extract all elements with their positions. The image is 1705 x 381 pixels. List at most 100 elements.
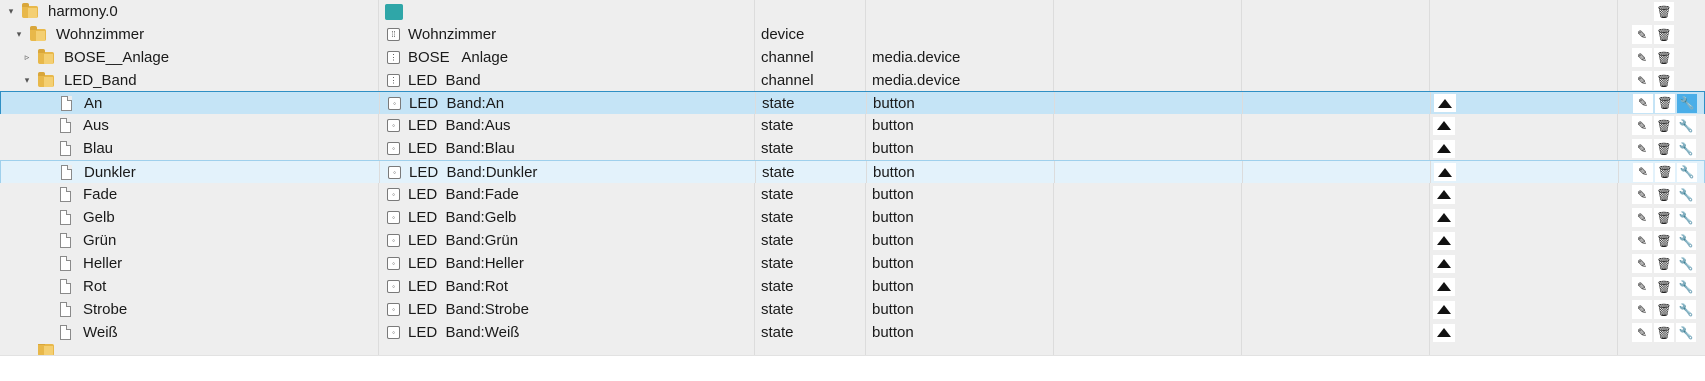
tree-row[interactable]: An ◦ LED Band:An state button ✎ 🗑 🔧 <box>0 91 1705 115</box>
state-icon: ◦ <box>387 234 400 247</box>
button-icon <box>1437 190 1451 199</box>
role-cell <box>866 0 1054 23</box>
button-icon <box>1437 259 1451 268</box>
delete-button[interactable]: 🗑 <box>1654 323 1674 342</box>
actions-cell: ✎ 🗑 🔧 <box>1618 137 1705 160</box>
delete-button[interactable]: 🗑 <box>1655 162 1675 182</box>
empty-cell <box>1054 321 1242 344</box>
edit-button[interactable]: ✎ <box>1632 185 1652 204</box>
settings-button[interactable]: 🔧 <box>1676 208 1696 227</box>
press-button[interactable] <box>1434 163 1456 181</box>
press-button[interactable] <box>1434 94 1456 112</box>
tree-row[interactable]: Weiß ◦ LED Band:Weiß state button ✎ 🗑 🔧 <box>0 321 1705 345</box>
name-cell: Weiß <box>0 321 379 344</box>
edit-button[interactable]: ✎ <box>1633 93 1653 113</box>
settings-button[interactable]: 🔧 <box>1676 185 1696 204</box>
channel-icon: ⋮ <box>387 51 400 64</box>
press-button[interactable] <box>1433 254 1455 273</box>
settings-button[interactable]: 🔧 <box>1677 162 1697 182</box>
delete-button[interactable]: 🗑 <box>1654 254 1674 273</box>
tree-row[interactable]: Aus ◦ LED Band:Aus state button ✎ 🗑 🔧 <box>0 114 1705 138</box>
delete-button[interactable]: 🗑 <box>1654 25 1674 44</box>
role-cell <box>866 23 1054 46</box>
tree-row[interactable]: Grün ◦ LED Band:Grün state button ✎ 🗑 🔧 <box>0 229 1705 253</box>
collapse-toggle-icon[interactable]: ▾ <box>6 6 16 17</box>
edit-button[interactable]: ✎ <box>1632 116 1652 135</box>
empty-cell <box>1242 183 1430 206</box>
delete-button[interactable]: 🗑 <box>1654 2 1674 21</box>
delete-button[interactable]: 🗑 <box>1654 208 1674 227</box>
role-cell: button <box>866 229 1054 252</box>
collapse-toggle-icon[interactable]: ▾ <box>14 29 24 40</box>
empty-cell <box>1242 137 1430 160</box>
edit-button[interactable]: ✎ <box>1632 231 1652 250</box>
edit-button[interactable]: ✎ <box>1632 323 1652 342</box>
empty-cell <box>1054 252 1242 275</box>
press-button[interactable] <box>1433 300 1455 319</box>
press-button[interactable] <box>1433 185 1455 204</box>
delete-button[interactable]: 🗑 <box>1654 116 1674 135</box>
edit-button[interactable]: ✎ <box>1633 162 1653 182</box>
edit-button[interactable]: ✎ <box>1632 48 1652 67</box>
type-cell: state <box>755 298 866 321</box>
settings-button[interactable]: 🔧 <box>1676 277 1696 296</box>
settings-button[interactable]: 🔧 <box>1676 231 1696 250</box>
object-name: Grün <box>83 232 117 249</box>
name-cell: ▾ harmony.0 <box>0 0 379 23</box>
tree-row[interactable]: Strobe ◦ LED Band:Strobe state button ✎ 🗑 🔧 <box>0 298 1705 322</box>
edit-button[interactable]: ✎ <box>1632 208 1652 227</box>
settings-button[interactable]: 🔧 <box>1676 139 1696 158</box>
tree-row[interactable]: ▾ harmony.0 🗑 <box>0 0 1705 24</box>
role-cell: media.device <box>866 46 1054 69</box>
tree-row[interactable]: ▾ LED_Band ⋮ LED Band channel media.device ✎ 🗑 <box>0 69 1705 93</box>
settings-button[interactable]: 🔧 <box>1677 93 1697 113</box>
press-button[interactable] <box>1433 231 1455 250</box>
tree-row[interactable]: Dunkler ◦ LED Band:Dunkler state button ✎ 🗑 🔧 <box>0 160 1705 184</box>
tree-row[interactable] <box>0 344 1705 356</box>
button-icon <box>1437 236 1451 245</box>
object-name: Blau <box>83 140 114 157</box>
value-cell <box>1430 275 1618 298</box>
delete-button[interactable]: 🗑 <box>1654 71 1674 90</box>
delete-button[interactable]: 🗑 <box>1654 277 1674 296</box>
delete-button[interactable]: 🗑 <box>1655 93 1675 113</box>
edit-button[interactable]: ✎ <box>1632 71 1652 90</box>
tree-row[interactable]: Blau ◦ LED Band:Blau state button ✎ 🗑 🔧 <box>0 137 1705 161</box>
tree-row[interactable]: Gelb ◦ LED Band:Gelb state button ✎ 🗑 🔧 <box>0 206 1705 230</box>
settings-button[interactable]: 🔧 <box>1676 323 1696 342</box>
settings-button[interactable]: 🔧 <box>1676 254 1696 273</box>
settings-button[interactable]: 🔧 <box>1676 300 1696 319</box>
empty-cell <box>1054 183 1242 206</box>
delete-button[interactable]: 🗑 <box>1654 231 1674 250</box>
empty-cell <box>1055 161 1243 183</box>
settings-button[interactable]: 🔧 <box>1676 116 1696 135</box>
tree-row[interactable]: Fade ◦ LED Band:Fade state button ✎ 🗑 🔧 <box>0 183 1705 207</box>
edit-button[interactable]: ✎ <box>1632 300 1652 319</box>
press-button[interactable] <box>1433 277 1455 296</box>
actions-cell: ✎ 🗑 🔧 <box>1618 321 1705 344</box>
title-cell: ⁞⁞ Wohnzimmer <box>379 23 755 46</box>
press-button[interactable] <box>1433 139 1455 158</box>
delete-button[interactable]: 🗑 <box>1654 300 1674 319</box>
press-button[interactable] <box>1433 116 1455 135</box>
title-cell: ◦ LED Band:Dunkler <box>380 161 756 183</box>
edit-button[interactable]: ✎ <box>1632 25 1652 44</box>
tree-row[interactable]: Rot ◦ LED Band:Rot state button ✎ 🗑 🔧 <box>0 275 1705 299</box>
tree-row[interactable]: Heller ◦ LED Band:Heller state button ✎ 🗑 🔧 <box>0 252 1705 276</box>
edit-button[interactable]: ✎ <box>1632 277 1652 296</box>
edit-button[interactable]: ✎ <box>1632 254 1652 273</box>
expand-toggle-icon[interactable]: ▹ <box>22 52 32 63</box>
collapse-toggle-icon[interactable]: ▾ <box>22 75 32 86</box>
object-name: LED_Band <box>64 72 137 89</box>
delete-button[interactable]: 🗑 <box>1654 139 1674 158</box>
folder-icon <box>38 48 54 64</box>
value-cell <box>1431 161 1619 183</box>
type-cell: state <box>755 321 866 344</box>
press-button[interactable] <box>1433 323 1455 342</box>
edit-button[interactable]: ✎ <box>1632 139 1652 158</box>
press-button[interactable] <box>1433 208 1455 227</box>
tree-row[interactable]: ▾ Wohnzimmer ⁞⁞ Wohnzimmer device ✎ 🗑 <box>0 23 1705 47</box>
delete-button[interactable]: 🗑 <box>1654 185 1674 204</box>
tree-row[interactable]: ▹ BOSE__Anlage ⋮ BOSE Anlage channel media.de… <box>0 46 1705 70</box>
delete-button[interactable]: 🗑 <box>1654 48 1674 67</box>
